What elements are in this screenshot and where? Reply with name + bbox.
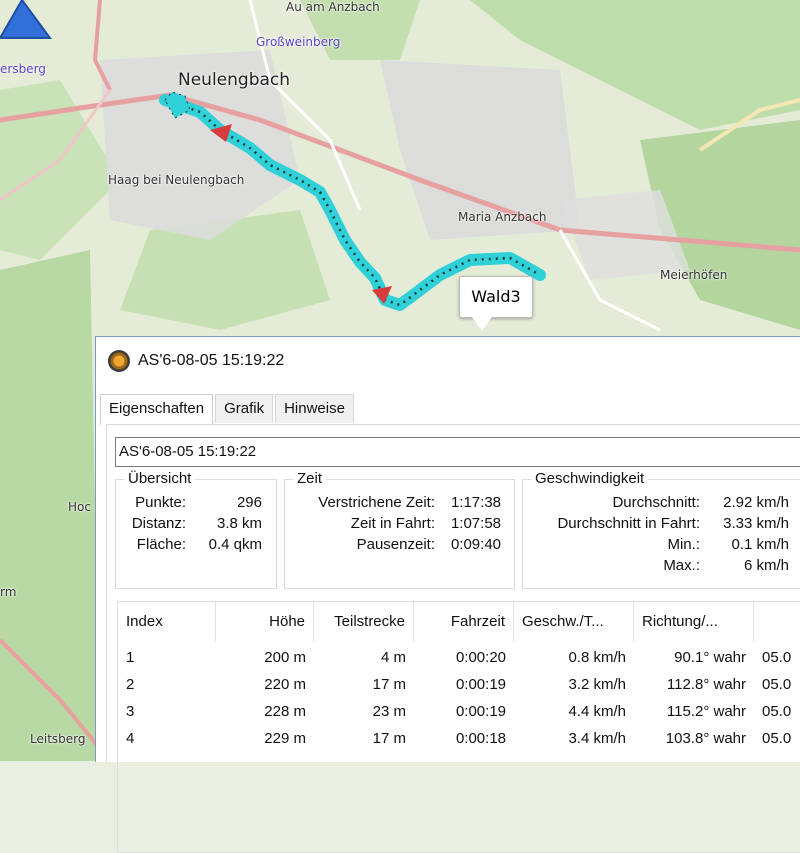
cell-hoehe: 228 m: [264, 703, 306, 720]
cell-geschw: 4.4 km/h: [568, 703, 626, 720]
cell-fahrzeit: 0:00:19: [455, 676, 506, 693]
map-label: rm: [0, 585, 17, 599]
cell-teilstrecke: 17 m: [372, 676, 406, 693]
map-label: Großweinberg: [256, 35, 341, 49]
overview-value: 0.4 qkm: [208, 536, 262, 553]
map-label: Leitsberg: [30, 732, 86, 746]
speed-label: Max.:: [663, 557, 700, 574]
cell-index: 3: [126, 703, 135, 720]
speed-label: Min.:: [667, 536, 700, 553]
cell-richtung: 115.2° wahr: [666, 703, 746, 720]
cell-geschw: 0.8 km/h: [568, 649, 626, 666]
app-icon: [108, 350, 130, 372]
cell-geschw: 3.2 km/h: [568, 676, 626, 693]
overview-value: 296: [236, 494, 262, 511]
map-label: Haag bei Neulengbach: [108, 173, 245, 187]
trackpoint-table[interactable]: Index Höhe Teilstrecke Fahrzeit Geschw./…: [117, 601, 800, 853]
cell-richtung: 103.8° wahr: [665, 730, 746, 747]
track-name-field[interactable]: AS'6-08-05 15:19:22: [115, 437, 800, 467]
speed-value: 2.92 km/h: [723, 494, 789, 511]
map-label: Hoc: [68, 500, 91, 514]
cell-hoehe: 200 m: [264, 649, 306, 666]
time-label: Pausenzeit:: [356, 536, 435, 553]
waypoint-callout[interactable]: Wald3: [459, 276, 533, 331]
time-label: Zeit in Fahrt:: [350, 515, 435, 532]
overview-group: Übersicht Punkte: 296 Distanz: 3.8 km Fl…: [115, 470, 277, 589]
column-header-hoehe[interactable]: Höhe: [216, 602, 314, 642]
window-titlebar[interactable]: AS'6-08-05 15:19:22: [96, 337, 800, 385]
overview-label: Distanz:: [131, 515, 186, 532]
properties-panel: AS'6-08-05 15:19:22 Übersicht Punkte: 29…: [106, 424, 800, 853]
cell-index: 2: [126, 676, 135, 693]
cell-fahrzeit: 0:00:18: [455, 730, 506, 747]
tab-eigenschaften[interactable]: Eigenschaften: [100, 394, 214, 425]
window-title: AS'6-08-05 15:19:22: [138, 352, 285, 369]
track-properties-window: AS'6-08-05 15:19:22 Eigenschaften Grafik…: [95, 336, 800, 853]
cell-index: 1: [126, 649, 135, 666]
cell-extra: 05.0: [762, 703, 792, 720]
cell-teilstrecke: 23 m: [372, 703, 406, 720]
map-label: ersberg: [0, 62, 46, 76]
cell-extra: 05.0: [762, 730, 792, 747]
cell-geschw: 3.4 km/h: [568, 730, 626, 747]
time-legend: Zeit: [293, 470, 327, 487]
overview-label: Fläche:: [136, 536, 186, 553]
cell-fahrzeit: 0:00:19: [455, 703, 506, 720]
cell-hoehe: 220 m: [264, 676, 306, 693]
speed-label: Durchschnitt in Fahrt:: [557, 515, 700, 532]
tab-bar: Eigenschaften Grafik Hinweise: [100, 394, 356, 425]
speed-group: Geschwindigkeit Durchschnitt: 2.92 km/h …: [522, 470, 800, 589]
overview-legend: Übersicht: [124, 470, 196, 487]
map-label: Au am Anzbach: [286, 0, 380, 14]
time-group: Zeit Verstrichene Zeit: 1:17:38 Zeit in …: [284, 470, 515, 589]
cell-extra: 05.0: [762, 649, 792, 666]
time-label: Verstrichene Zeit:: [318, 494, 435, 511]
tab-hinweise[interactable]: Hinweise: [275, 394, 354, 423]
cell-richtung: 112.8° wahr: [666, 676, 746, 693]
cell-richtung: 90.1° wahr: [674, 649, 746, 666]
map-label: Maria Anzbach: [458, 210, 547, 224]
speed-value: 0.1 km/h: [731, 536, 789, 553]
speed-legend: Geschwindigkeit: [531, 470, 649, 487]
column-header-extra[interactable]: [754, 602, 800, 642]
column-header-index[interactable]: Index: [118, 602, 216, 642]
column-header-geschw[interactable]: Geschw./T...: [514, 602, 634, 642]
cell-teilstrecke: 17 m: [372, 730, 406, 747]
cell-fahrzeit: 0:00:20: [455, 649, 506, 666]
column-header-teilstrecke[interactable]: Teilstrecke: [314, 602, 414, 642]
cell-extra: 05.0: [762, 676, 792, 693]
column-header-richtung[interactable]: Richtung/...: [634, 602, 754, 642]
column-header-fahrzeit[interactable]: Fahrzeit: [414, 602, 514, 642]
overview-label: Punkte:: [135, 494, 186, 511]
speed-value: 6 km/h: [743, 557, 789, 574]
time-value: 1:07:58: [450, 515, 501, 532]
time-value: 0:09:40: [450, 536, 501, 553]
time-value: 1:17:38: [450, 494, 501, 511]
speed-value: 3.33 km/h: [723, 515, 789, 532]
speed-label: Durchschnitt:: [612, 494, 700, 511]
cell-teilstrecke: 4 m: [380, 649, 406, 666]
cell-hoehe: 229 m: [264, 730, 306, 747]
tab-grafik[interactable]: Grafik: [215, 394, 274, 423]
map-label: Meierhöfen: [660, 268, 728, 282]
map-label: Neulengbach: [178, 70, 291, 90]
overview-value: 3.8 km: [216, 515, 262, 532]
cell-index: 4: [126, 730, 135, 747]
